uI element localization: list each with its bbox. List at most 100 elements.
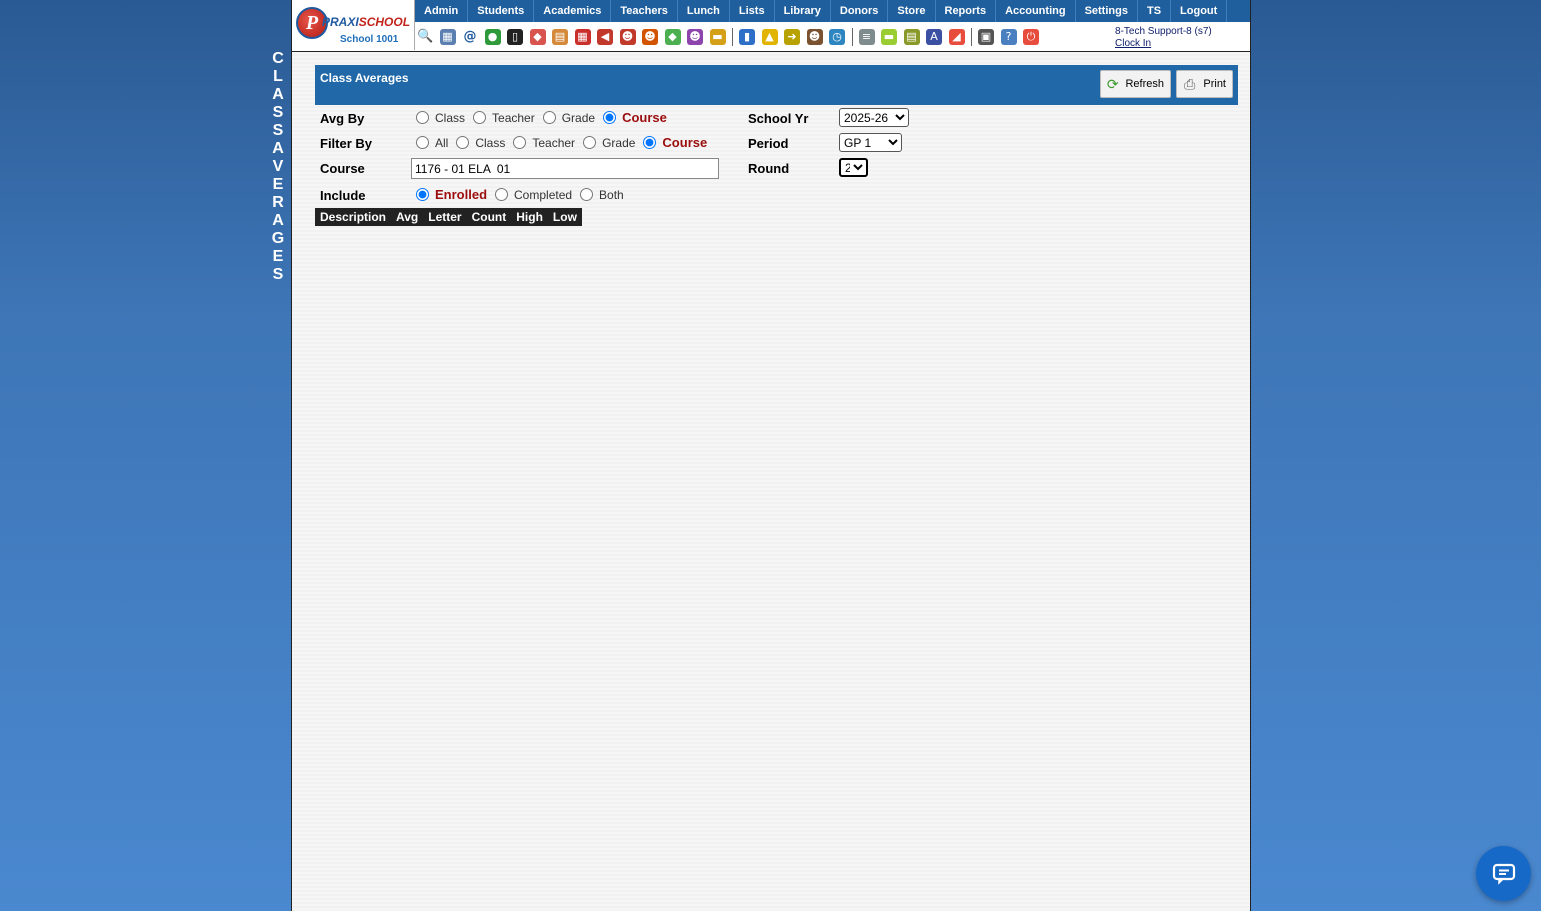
menu-admin[interactable]: Admin — [415, 0, 469, 22]
help-icon[interactable]: ? — [1000, 29, 1017, 45]
avg-by-radio-teacher[interactable] — [473, 111, 487, 124]
menu-students[interactable]: Students — [468, 0, 535, 22]
column-header-avg[interactable]: Avg — [391, 208, 423, 226]
column-header-letter[interactable]: Letter — [423, 208, 466, 226]
grid-icon[interactable]: ▦ — [439, 29, 456, 45]
column-header-low[interactable]: Low — [548, 208, 582, 226]
round-select[interactable]: 2 — [839, 158, 868, 177]
filter-by-option-label: Teacher — [532, 135, 576, 150]
search-icon[interactable]: 🔍 — [417, 29, 433, 45]
clock-icon[interactable]: ◷ — [829, 29, 845, 45]
chat-bubble-icon — [1492, 863, 1515, 885]
menu-reports[interactable]: Reports — [936, 0, 997, 22]
avg-by-label: Avg By — [320, 111, 365, 126]
avg-by-radio-course[interactable] — [603, 111, 617, 124]
menu-settings[interactable]: Settings — [1076, 0, 1138, 22]
include-radio-completed[interactable] — [495, 188, 509, 201]
column-header-high[interactable]: High — [511, 208, 548, 226]
panel-title-bar: Class Averages ⟳ Refresh ⎙ Print — [315, 65, 1238, 105]
bell-icon[interactable]: ▲ — [761, 29, 778, 45]
filter-by-radio-course[interactable] — [643, 136, 657, 149]
flag-icon[interactable]: ◆ — [529, 29, 546, 45]
menu-donors[interactable]: Donors — [831, 0, 889, 22]
school-yr-select[interactable]: 2025-26 — [839, 108, 909, 127]
menu-accounting[interactable]: Accounting — [996, 0, 1076, 22]
avg-by-radio-class[interactable] — [416, 111, 429, 124]
pdf-icon[interactable]: ◢ — [948, 29, 965, 45]
refresh-icon: ⟳ — [1106, 76, 1119, 92]
avg-by-option-label: Grade — [561, 110, 596, 125]
avg-by-option-label: Course — [622, 110, 667, 125]
filter-by-option-all[interactable]: All — [416, 136, 448, 150]
include-radio-enrolled[interactable] — [416, 188, 429, 201]
menu-logout[interactable]: Logout — [1171, 0, 1228, 22]
avg-by-radio-grade[interactable] — [542, 111, 556, 124]
chat-bubbles-icon[interactable]: ● — [484, 29, 501, 45]
menu-teachers[interactable]: Teachers — [611, 0, 678, 22]
email-at-icon[interactable]: @ — [462, 29, 478, 45]
menu-store[interactable]: Store — [888, 0, 936, 22]
ap-icon[interactable]: A — [926, 29, 942, 45]
filter-by-radio-grade[interactable] — [583, 136, 597, 149]
filter-by-radio-class[interactable] — [456, 136, 470, 149]
logo-brand-part2: SCHOOL — [358, 15, 411, 29]
student-icon[interactable]: ☻ — [619, 29, 636, 45]
mobile-phone-icon[interactable]: ▯ — [507, 29, 523, 45]
logo-brand-part1: PRAXI — [322, 15, 359, 29]
include-label: Include — [320, 188, 366, 203]
school-logo[interactable]: P PRAXISCHOOL School 1001 — [292, 0, 415, 50]
filter-by-option-course[interactable]: Course — [643, 135, 707, 150]
menu-library[interactable]: Library — [775, 0, 831, 22]
period-select[interactable]: GP 1 — [839, 133, 902, 152]
avg-by-option-teacher[interactable]: Teacher — [473, 111, 535, 125]
book-icon[interactable]: ▮ — [739, 29, 755, 45]
filter-by-radio-teacher[interactable] — [513, 136, 527, 149]
calendar-icon[interactable]: ▦ — [574, 29, 591, 45]
people-icon[interactable]: ☻ — [806, 29, 823, 45]
arrow-icon[interactable]: ➜ — [784, 29, 800, 45]
menu-academics[interactable]: Academics — [534, 0, 612, 22]
refresh-button[interactable]: ⟳ Refresh — [1100, 70, 1171, 98]
filter-by-option-label: Grade — [602, 135, 636, 150]
print-button[interactable]: ⎙ Print — [1176, 70, 1233, 98]
filter-by-option-grade[interactable]: Grade — [583, 136, 635, 150]
main-page: P PRAXISCHOOL School 1001 Admin Students A… — [291, 0, 1251, 911]
menu-lunch[interactable]: Lunch — [678, 0, 730, 22]
user-info: 8-Tech Support-8 (s7) Clock In — [1115, 26, 1212, 50]
clock-in-link[interactable]: Clock In — [1115, 38, 1151, 49]
avg-by-option-grade[interactable]: Grade — [542, 110, 596, 125]
power-icon[interactable]: ⏻ — [1023, 29, 1039, 45]
teacher-icon[interactable]: ☻ — [642, 29, 658, 45]
course-input[interactable] — [411, 158, 719, 179]
chat-button[interactable] — [1476, 846, 1531, 901]
filter-by-option-label: All — [435, 135, 449, 150]
form-icon[interactable]: ▤ — [552, 29, 568, 45]
include-radio-group: Enrolled Completed Both — [416, 187, 632, 202]
cash-register-icon[interactable]: ▣ — [978, 29, 994, 45]
avg-by-option-class[interactable]: Class — [416, 111, 465, 125]
lunch-burger-icon[interactable]: ▬ — [709, 29, 726, 45]
include-option-enrolled[interactable]: Enrolled — [416, 187, 487, 202]
money-icon[interactable]: ◆ — [664, 29, 681, 45]
printer-icon[interactable]: ▤ — [903, 29, 920, 45]
card-icon[interactable]: ▬ — [881, 29, 897, 45]
column-header-description[interactable]: Description — [315, 208, 391, 226]
megaphone-icon[interactable]: ◀ — [597, 29, 613, 45]
toolbar-separator — [971, 28, 972, 46]
filter-by-radio-all[interactable] — [416, 136, 429, 149]
include-option-completed[interactable]: Completed — [495, 188, 572, 202]
filter-by-option-class[interactable]: Class — [456, 136, 505, 150]
include-radio-both[interactable] — [580, 188, 594, 201]
panel-title: Class Averages — [320, 71, 409, 85]
filter-by-option-teacher[interactable]: Teacher — [513, 136, 575, 150]
column-header-count[interactable]: Count — [467, 208, 512, 226]
include-option-both[interactable]: Both — [580, 188, 624, 202]
avg-by-option-label: Class — [435, 110, 466, 125]
results-table-header: Description Avg Letter Count High Low — [315, 208, 582, 226]
menu-ts[interactable]: TS — [1138, 0, 1172, 22]
group-icon[interactable]: ☻ — [687, 29, 703, 45]
avg-by-option-course[interactable]: Course — [603, 110, 667, 125]
filter-by-option-label: Class — [475, 135, 506, 150]
menu-lists[interactable]: Lists — [730, 0, 775, 22]
list-icon[interactable]: ≡ — [858, 29, 875, 45]
